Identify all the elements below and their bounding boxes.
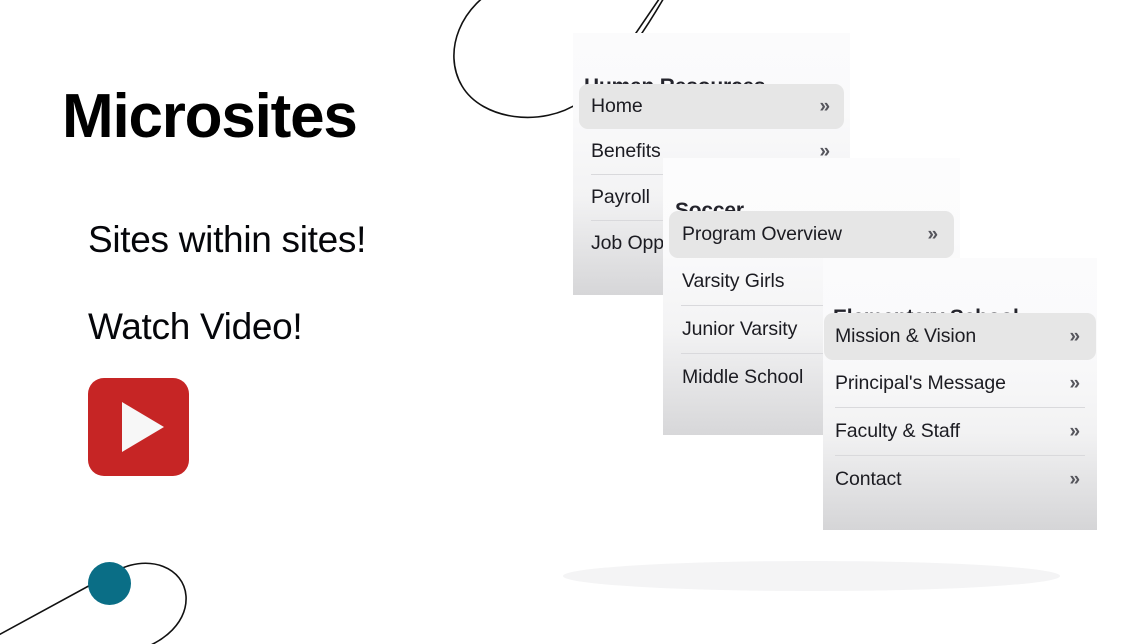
menu-item-label: Varsity Girls (682, 270, 785, 292)
play-video-button[interactable] (88, 378, 189, 476)
menu-item[interactable]: Principal's Message » (824, 360, 1096, 407)
chevron-right-icon: » (1069, 469, 1081, 490)
menu-item[interactable]: Program Overview » (669, 211, 954, 258)
page-title: Microsites (62, 82, 358, 151)
tagline-primary: Sites within sites! (88, 219, 367, 260)
ground-shadow (563, 561, 1060, 591)
menu-item[interactable]: Contact » (824, 456, 1096, 503)
menu-item[interactable]: Faculty & Staff » (824, 408, 1096, 455)
menu-item-label: Principal's Message (835, 372, 1006, 394)
menu-item-label: Benefits (591, 140, 661, 162)
menu-item-label: Program Overview (682, 223, 842, 245)
chevron-right-icon: » (1069, 373, 1081, 394)
menu-item-label: Mission & Vision (835, 325, 977, 347)
decorative-dot (88, 562, 131, 605)
menu-item[interactable]: Home » (579, 84, 844, 129)
slide-canvas: Microsites Sites within sites! Watch Vid… (0, 0, 1148, 644)
play-icon (121, 402, 164, 452)
menu-item-label: Faculty & Staff (835, 420, 960, 442)
chevron-right-icon: » (819, 96, 831, 117)
chevron-right-icon: » (1069, 421, 1081, 442)
menu-item-list: Mission & Vision» Principal's Message» Fac… (824, 313, 1096, 503)
menu-item-label: Contact (835, 468, 902, 490)
menu-item-label: Junior Varsity (682, 318, 798, 340)
chevron-right-icon: » (927, 224, 939, 245)
menu-item[interactable]: Mission & Vision » (824, 313, 1096, 360)
left-content-column: Microsites Sites within sites! Watch Vid… (0, 0, 520, 644)
tagline-secondary: Watch Video! (88, 306, 303, 347)
menu-panel-elementary-school: Elementary School Mission & Vision»Princ… (823, 258, 1097, 530)
menu-item-label: Home (591, 95, 643, 117)
chevron-right-icon: » (1069, 326, 1081, 347)
menu-item-label: Middle School (682, 366, 804, 388)
menu-item-label: Payroll (591, 186, 650, 208)
